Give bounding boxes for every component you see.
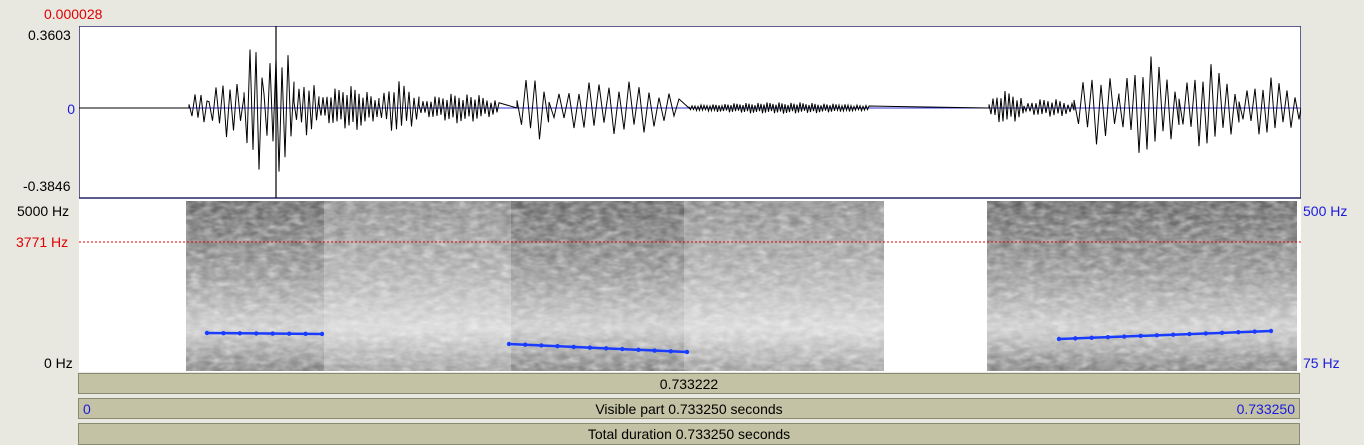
waveform-zero-label: 0 (67, 101, 75, 117)
spectrogram-energy (186, 201, 1297, 371)
pitch-point (1187, 331, 1192, 337)
pitch-point (1203, 331, 1208, 336)
pitch-point (1056, 336, 1062, 342)
signal-plot-area[interactable] (79, 26, 1301, 372)
spectrogram-texture (324, 201, 511, 371)
pitch-point (204, 330, 210, 336)
pitch-point (539, 343, 544, 348)
pitch-point (319, 331, 325, 337)
waveform-min-label: -0.3846 (23, 178, 71, 194)
cursor-time-label: 0.000028 (44, 6, 103, 22)
pitch-point (1089, 335, 1094, 340)
total-duration-bar[interactable]: Total duration 0.733250 seconds (78, 423, 1300, 445)
pitch-point (636, 347, 641, 353)
selection-duration-label: 0.733222 (659, 376, 719, 392)
pitch-point (254, 331, 259, 336)
visible-part-bar[interactable]: 0 Visible part 0.733250 seconds 0.733250 (78, 398, 1300, 419)
pitch-point (1073, 336, 1078, 341)
waveform-max-label: 0.3603 (28, 27, 71, 43)
pitch-point (571, 344, 576, 350)
pitch-point (1122, 334, 1127, 339)
pitch-max-label: 500 Hz (1303, 203, 1348, 219)
visible-end-time: 0.733250 (1236, 401, 1295, 417)
pitch-point (270, 331, 275, 336)
spectrogram-texture (186, 201, 324, 371)
pitch-point (1236, 330, 1241, 335)
selection-duration-bar[interactable]: 0.733222 (78, 373, 1300, 394)
pitch-point (221, 330, 226, 336)
pitch-point (1105, 334, 1111, 340)
pitch-point (522, 342, 528, 347)
pitch-point (1138, 333, 1143, 339)
visible-start-time: 0 (83, 401, 91, 417)
pitch-point (303, 331, 308, 337)
pitch-point (1154, 333, 1160, 338)
pitch-point (668, 349, 674, 354)
total-duration-label: Total duration 0.733250 seconds (587, 426, 791, 442)
pitch-point (587, 345, 593, 350)
visible-part-label: Visible part 0.733250 seconds (595, 401, 783, 417)
pitch-point (603, 346, 609, 351)
pitch-point (1268, 328, 1274, 334)
pitch-point (1219, 330, 1225, 336)
spectrogram-cursor-freq-label: 3771 Hz (16, 234, 69, 250)
spectrogram-max-freq-label: 5000 Hz (17, 203, 70, 219)
pitch-point (237, 331, 243, 336)
pitch-point (620, 346, 625, 352)
pitch-point (286, 331, 292, 336)
pitch-point (506, 341, 512, 347)
spectrogram-min-freq-label: 0 Hz (44, 355, 73, 371)
spectrogram-texture (987, 201, 1297, 371)
pitch-point (652, 348, 657, 353)
spectrogram-texture (684, 201, 884, 371)
waveform-panel[interactable] (79, 26, 1301, 199)
pitch-point (684, 349, 690, 355)
pitch-point (1170, 332, 1176, 337)
pitch-min-label: 75 Hz (1303, 355, 1340, 371)
pitch-point (555, 343, 560, 349)
pitch-point (1252, 329, 1257, 334)
